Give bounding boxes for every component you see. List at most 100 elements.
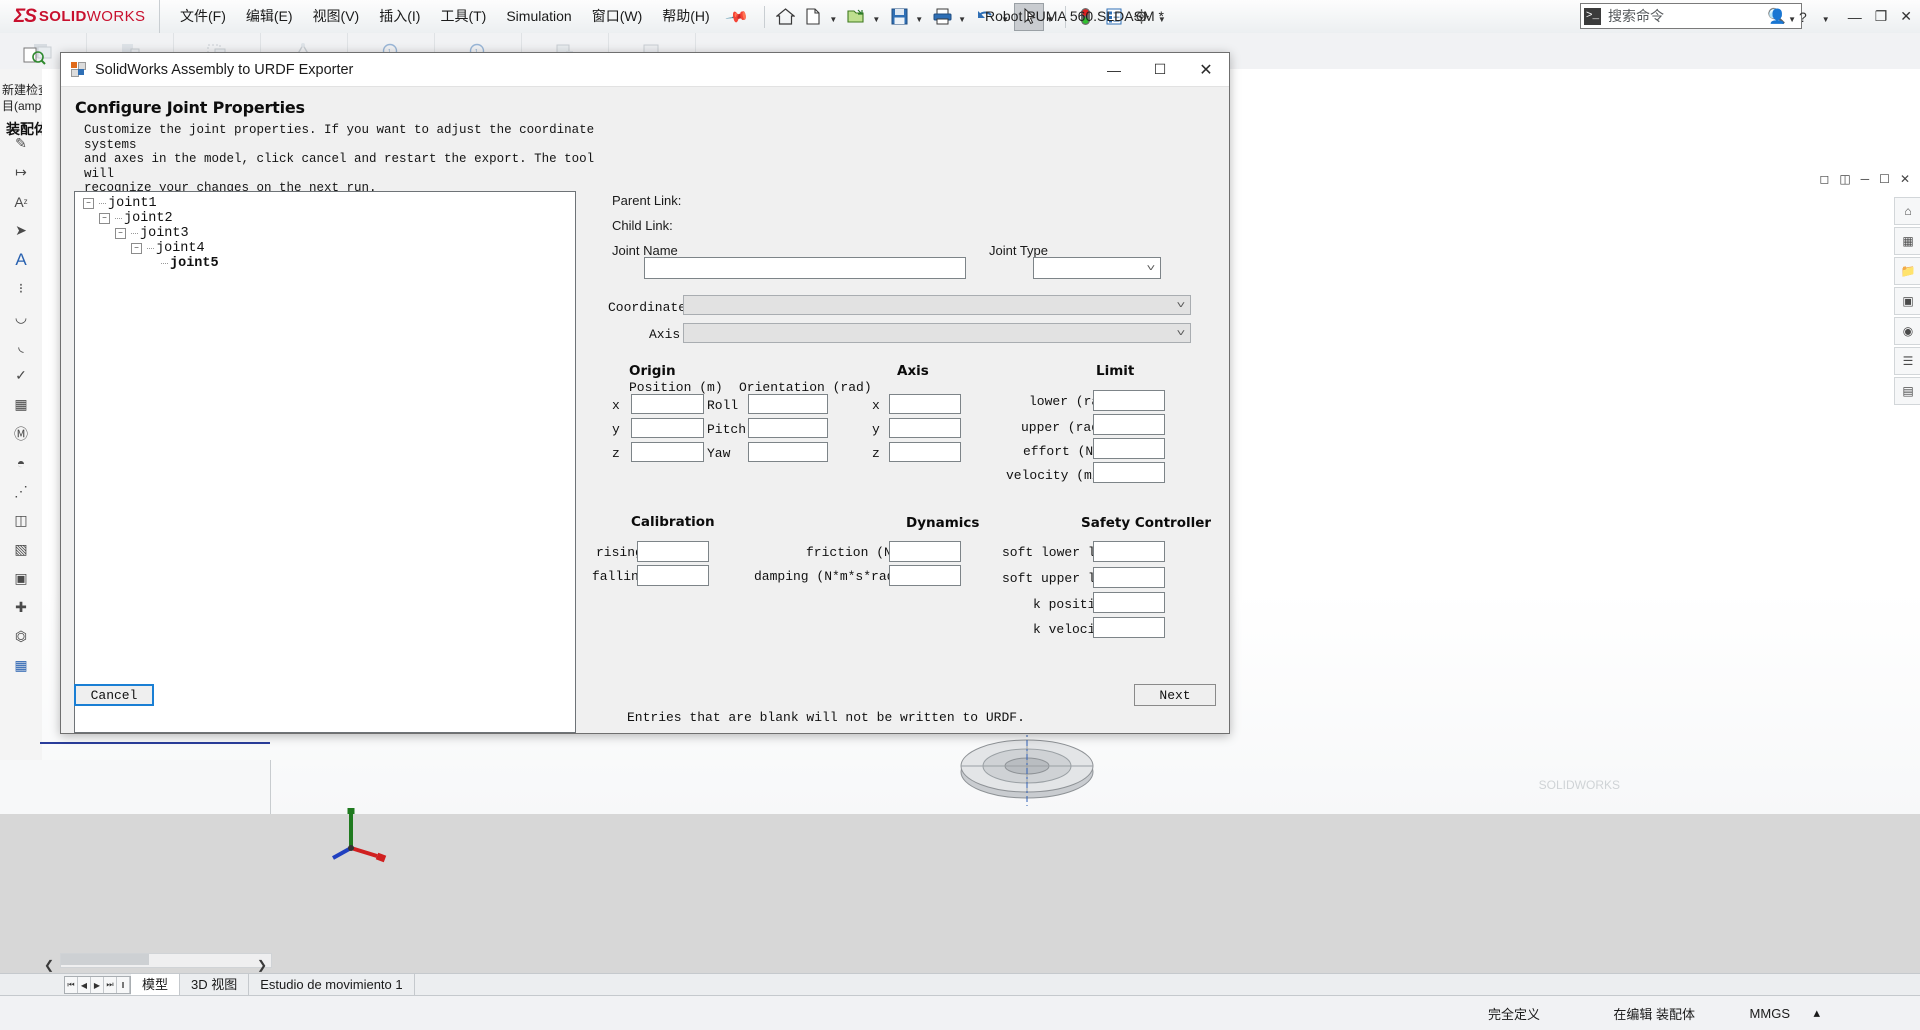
view-list-icon[interactable]: ☰ <box>1894 347 1920 375</box>
origin-z-input[interactable] <box>631 442 704 462</box>
home-icon[interactable] <box>771 4 799 30</box>
display-state-icon[interactable]: ▣ <box>0 564 42 593</box>
spline-icon[interactable]: ➤ <box>0 216 42 245</box>
grid-icon[interactable]: ▦ <box>0 651 42 680</box>
calibration-falling-input[interactable] <box>637 565 709 586</box>
origin-y-input[interactable] <box>631 418 704 438</box>
expander-icon[interactable]: − <box>115 228 126 239</box>
axis-x-input[interactable] <box>889 394 961 414</box>
dialog-maximize-button[interactable]: ☐ <box>1137 54 1183 86</box>
menu-item-insert[interactable]: 插入(I) <box>369 0 430 33</box>
nav-pause-icon[interactable]: ‖ <box>117 977 130 993</box>
text-tool-icon[interactable]: Az <box>0 187 42 216</box>
limit-upper-input[interactable] <box>1093 414 1165 435</box>
view-color-icon[interactable]: ◉ <box>1894 317 1920 345</box>
minimize-button[interactable]: — <box>1848 9 1862 25</box>
surface-icon[interactable]: ◓ <box>0 448 42 477</box>
help-button[interactable]: ? <box>1799 9 1807 25</box>
safety-k-position-input[interactable] <box>1093 592 1165 613</box>
menu-item-edit[interactable]: 编辑(E) <box>236 0 303 33</box>
annotation-icon[interactable]: Ⓜ <box>0 419 42 448</box>
view-home-icon[interactable]: ⌂ <box>1894 197 1920 225</box>
geometry-icon[interactable]: ⋰ <box>0 477 42 506</box>
scrollbar-thumb[interactable] <box>61 954 149 965</box>
scroll-left-icon[interactable]: ❮ <box>44 958 54 972</box>
status-units-chevron-icon[interactable]: ▴ <box>1813 1005 1820 1021</box>
chevron-down-icon[interactable]: ▼ <box>872 15 880 24</box>
view-appearance-icon[interactable]: ▦ <box>1894 227 1920 255</box>
tree-node-joint5[interactable]: joint5 <box>147 256 219 271</box>
safety-soft-upper-input[interactable] <box>1093 567 1165 588</box>
expander-icon[interactable]: − <box>99 213 110 224</box>
chevron-down-icon[interactable]: ▼ <box>958 15 966 24</box>
font-icon[interactable]: A <box>0 245 42 274</box>
menu-item-window[interactable]: 窗口(W) <box>582 0 653 33</box>
nav-first-icon[interactable]: ⏮ <box>65 977 78 993</box>
pin-icon[interactable]: 📌 <box>724 4 750 30</box>
tab-motion-study[interactable]: Estudio de movimiento 1 <box>249 974 415 996</box>
chevron-down-icon[interactable]: ▼ <box>1822 15 1830 24</box>
pattern-icon[interactable]: ⁝ <box>0 274 42 303</box>
open-document-icon[interactable] <box>842 4 870 30</box>
close-button[interactable]: ✕ <box>1900 8 1912 25</box>
view-display-icon[interactable]: ▣ <box>1894 287 1920 315</box>
save-icon[interactable] <box>885 4 913 30</box>
tree-node-joint3[interactable]: − joint3 <box>115 226 189 241</box>
tab-3d-views[interactable]: 3D 视图 <box>180 974 250 996</box>
next-button[interactable]: Next <box>1134 684 1216 706</box>
view-scene-icon[interactable]: 📁 <box>1894 257 1920 285</box>
motion-nav-buttons[interactable]: ⏮ ◀ ▶ ⏭ ‖ <box>64 976 131 994</box>
viewport-minimize-icon[interactable]: ─ <box>1861 172 1870 186</box>
joint-tree[interactable]: − joint1 − joint2 − joint3 − joint4 join… <box>74 191 576 733</box>
measure-icon[interactable]: ◟ <box>0 332 42 361</box>
fillet-icon[interactable]: ◡ <box>0 303 42 332</box>
new-document-icon[interactable] <box>799 4 827 30</box>
roll-input[interactable] <box>748 394 828 414</box>
dialog-close-button[interactable]: ✕ <box>1183 54 1229 86</box>
smart-dimension-icon[interactable]: ↦ <box>0 158 42 187</box>
print-icon[interactable] <box>928 4 956 30</box>
limit-effort-input[interactable] <box>1093 438 1165 459</box>
trim-icon[interactable]: ✓ <box>0 361 42 390</box>
scroll-right-icon[interactable]: ❯ <box>257 958 267 972</box>
yaw-input[interactable] <box>748 442 828 462</box>
origin-icon[interactable]: ✚ <box>0 593 42 622</box>
calibration-rising-input[interactable] <box>637 541 709 562</box>
dynamics-friction-input[interactable] <box>889 541 961 562</box>
account-icon[interactable]: 👤 <box>1769 8 1786 25</box>
menu-item-tools[interactable]: 工具(T) <box>430 0 496 33</box>
dialog-minimize-button[interactable]: — <box>1091 54 1137 86</box>
viewport-maximize-icon[interactable]: ☐ <box>1879 172 1890 186</box>
tree-node-joint2[interactable]: − joint2 <box>99 211 173 226</box>
restore-viewport-icon[interactable]: ◻ <box>1819 172 1829 186</box>
pitch-input[interactable] <box>748 418 828 438</box>
axis-select[interactable]: ˅ <box>683 323 1191 343</box>
menu-item-help[interactable]: 帮助(H) <box>652 0 719 33</box>
coordinates-select[interactable]: ˅ <box>683 295 1191 315</box>
view-custom-icon[interactable]: ▤ <box>1894 377 1920 405</box>
horizontal-scrollbar[interactable] <box>60 953 272 968</box>
menu-item-file[interactable]: 文件(F) <box>170 0 236 33</box>
safety-k-velocity-input[interactable] <box>1093 617 1165 638</box>
axis-z-input[interactable] <box>889 442 961 462</box>
status-units[interactable]: MMGS <box>1750 1006 1790 1021</box>
tree-node-joint1[interactable]: − joint1 <box>83 196 157 211</box>
joint-type-select[interactable]: ˅ <box>1033 257 1161 279</box>
axis-y-input[interactable] <box>889 418 961 438</box>
viewport-close-icon[interactable]: ✕ <box>1900 172 1910 186</box>
chevron-down-icon[interactable]: ▼ <box>829 15 837 24</box>
nav-last-icon[interactable]: ⏭ <box>104 977 117 993</box>
nav-next-icon[interactable]: ▶ <box>91 977 104 993</box>
expander-icon[interactable]: − <box>131 243 142 254</box>
split-viewport-icon[interactable]: ◫ <box>1839 172 1850 186</box>
origin-x-input[interactable] <box>631 394 704 414</box>
new-inspection-icon[interactable] <box>22 45 46 65</box>
cancel-button[interactable]: Cancel <box>74 684 154 706</box>
safety-soft-lower-input[interactable] <box>1093 541 1165 562</box>
table-tool-icon[interactable]: ▦ <box>0 390 42 419</box>
joint-name-input[interactable] <box>644 257 966 279</box>
shade-icon[interactable]: ▧ <box>0 535 42 564</box>
dynamics-damping-input[interactable] <box>889 565 961 586</box>
limit-velocity-input[interactable] <box>1093 462 1165 483</box>
plane-icon[interactable]: ⏣ <box>0 622 42 651</box>
